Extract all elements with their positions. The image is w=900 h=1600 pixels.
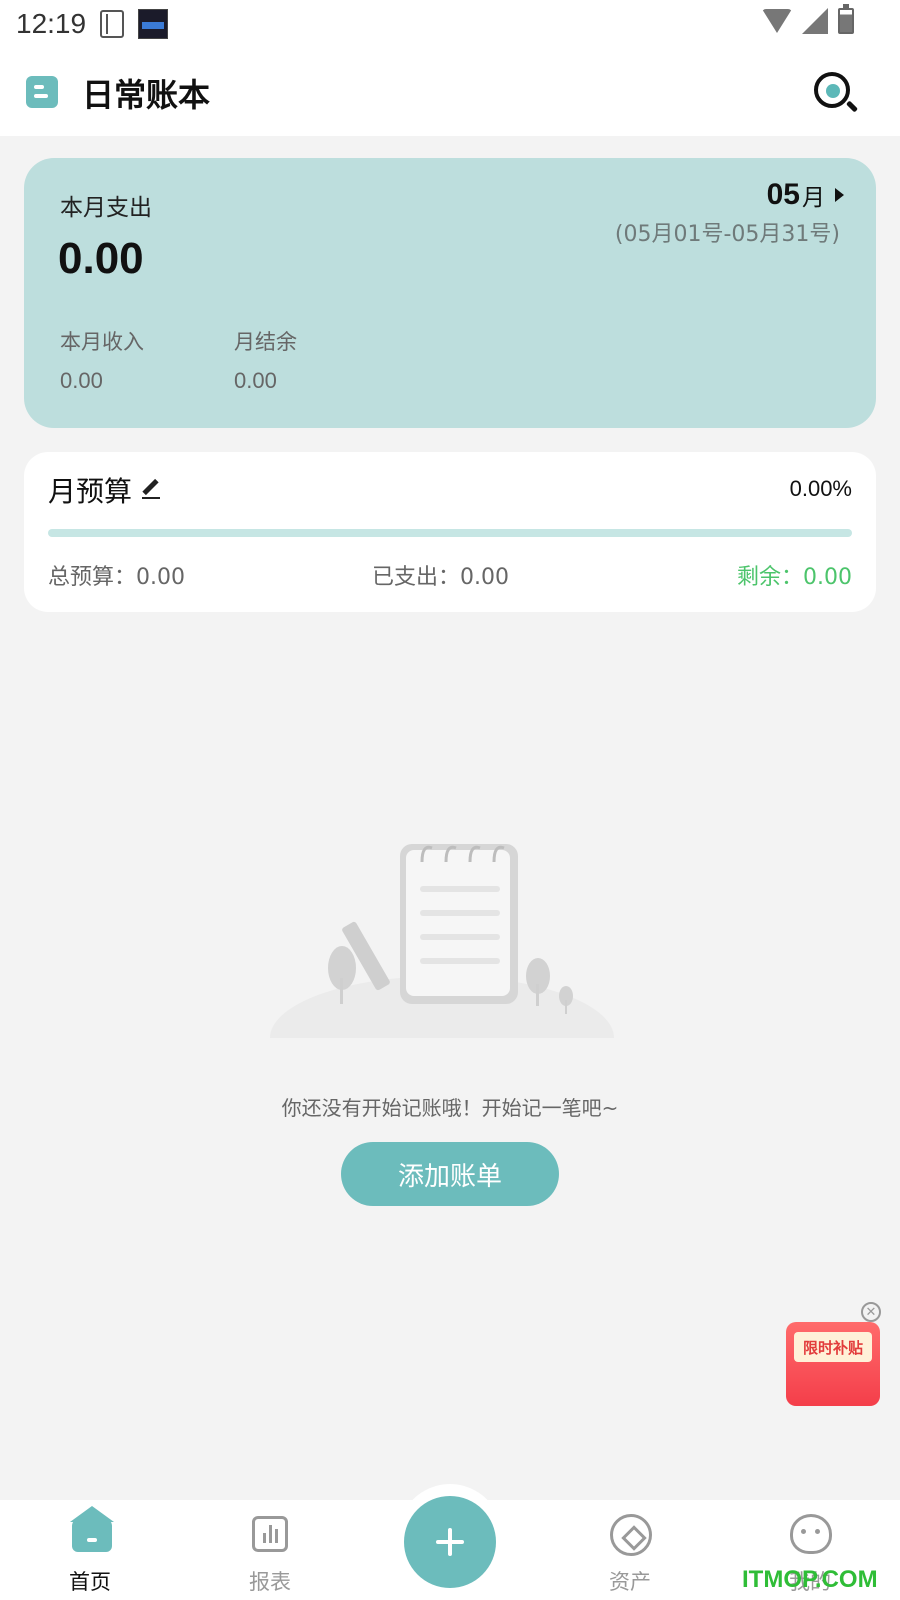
nav-label-report: 报表 bbox=[249, 1570, 291, 1594]
notebook-icon bbox=[100, 10, 125, 38]
income-label: 本月收入 bbox=[60, 330, 144, 354]
nav-item-home[interactable]: 首页 bbox=[30, 1500, 150, 1600]
monthly-summary-card: 本月支出 0.00 05 月 (05月01号-05月31号) 本月收入 0.00… bbox=[24, 158, 876, 428]
month-number: 05 bbox=[766, 178, 800, 211]
profile-icon bbox=[790, 1514, 832, 1554]
expense-label: 本月支出 bbox=[60, 195, 152, 221]
signal-icon bbox=[802, 8, 828, 34]
nav-label-home: 首页 bbox=[69, 1570, 111, 1594]
promo-label: 限时补贴 bbox=[794, 1332, 872, 1362]
total-budget: 总预算：0.00 bbox=[48, 565, 185, 590]
month-picker[interactable]: 05 月 bbox=[767, 178, 844, 212]
remaining-amount: 剩余：0.00 bbox=[737, 565, 852, 590]
add-record-fab-button[interactable] bbox=[404, 1496, 496, 1588]
empty-state-message: 你还没有开始记账哦！开始记一笔吧~ bbox=[281, 1096, 619, 1120]
budget-progress-bar bbox=[48, 529, 852, 537]
spent-amount: 已支出：0.00 bbox=[372, 565, 509, 590]
status-bar: 12:19 bbox=[0, 0, 900, 48]
battery-icon bbox=[838, 4, 854, 34]
budget-title: 月预算 bbox=[48, 475, 133, 508]
page-title: 日常账本 bbox=[82, 76, 211, 114]
budget-percent: 0.00% bbox=[789, 476, 852, 501]
month-suffix: 月 bbox=[802, 185, 825, 211]
asset-icon bbox=[610, 1514, 652, 1556]
status-time: 12:19 bbox=[16, 8, 87, 39]
app-header: 日常账本 bbox=[0, 48, 900, 136]
chart-icon bbox=[252, 1516, 288, 1552]
watermark: ITMOP.COM bbox=[742, 1566, 878, 1593]
expense-amount: 0.00 bbox=[58, 234, 144, 283]
close-icon[interactable]: ✕ bbox=[861, 1302, 881, 1322]
calendar-app-icon bbox=[138, 9, 169, 39]
caret-right-icon bbox=[835, 188, 844, 202]
promo-banner[interactable]: 限时补贴 bbox=[786, 1322, 880, 1406]
income-value: 0.00 bbox=[60, 368, 103, 393]
nav-item-assets[interactable]: 资产 bbox=[570, 1500, 690, 1600]
edit-icon[interactable] bbox=[142, 480, 160, 499]
wifi-icon bbox=[762, 9, 792, 33]
empty-notebook-illustration bbox=[270, 844, 630, 1080]
add-bill-button[interactable]: 添加账单 bbox=[341, 1142, 559, 1206]
status-indicators bbox=[762, 4, 854, 34]
search-icon[interactable] bbox=[814, 72, 850, 108]
ledger-logo-icon bbox=[26, 76, 58, 108]
balance-value: 0.00 bbox=[234, 368, 277, 393]
home-icon bbox=[70, 1506, 114, 1552]
nav-label-assets: 资产 bbox=[609, 1570, 651, 1594]
balance-label: 月结余 bbox=[234, 330, 297, 354]
budget-card: 月预算 0.00% 总预算：0.00 已支出：0.00 剩余：0.00 bbox=[24, 452, 876, 612]
nav-item-report[interactable]: 报表 bbox=[210, 1500, 330, 1600]
month-range: (05月01号-05月31号) bbox=[614, 222, 840, 247]
